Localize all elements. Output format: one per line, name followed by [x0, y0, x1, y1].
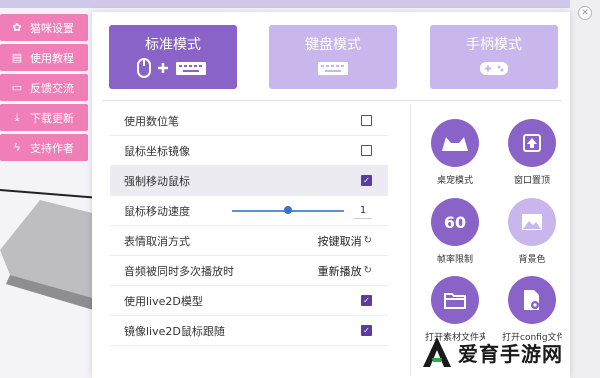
pin-top-icon: [508, 119, 556, 167]
lightning-icon: ϟ: [13, 141, 21, 154]
setting-row-mouse-speed: 鼠标移动速度 1: [110, 196, 388, 226]
tile-caption: 背景色: [518, 255, 546, 265]
gamepad-icon: [430, 58, 558, 82]
setting-row-force-move: 强制移动鼠标 ✓: [110, 166, 388, 196]
sidebar-item-support[interactable]: ϟ 支持作者: [0, 134, 88, 161]
emote-cancel-button[interactable]: 按键取消 ↻: [318, 233, 372, 249]
setting-label: 使用live2D模型: [124, 294, 203, 308]
sidebar-item-tutorial[interactable]: ▤ 使用教程: [0, 44, 88, 71]
sidebar-item-label: 反馈交流: [30, 81, 74, 95]
mode-label: 标准模式: [145, 37, 201, 53]
setting-label: 镜像live2D鼠标跟随: [124, 324, 225, 338]
vertical-separator: [410, 104, 411, 376]
setting-row-use-live2d: 使用live2D模型 ✓: [110, 286, 388, 316]
tile-background-color[interactable]: 背景色: [502, 198, 562, 265]
tile-caption: 帧率限制: [436, 255, 473, 265]
setting-label: 表情取消方式: [124, 234, 190, 248]
audio-repeat-button[interactable]: 重新播放 ↻: [318, 263, 372, 279]
setting-row-audio-repeat: 音频被同时多次播放时 重新播放 ↻: [110, 256, 388, 286]
tile-caption: 窗口置顶: [513, 176, 550, 186]
book-icon: ▤: [11, 51, 23, 64]
tile-window-top[interactable]: 窗口置顶: [502, 119, 562, 186]
mode-keyboard-button[interactable]: 键盘模式: [269, 25, 397, 89]
mouse-speed-slider[interactable]: [232, 205, 344, 214]
laptop-illustration: [0, 189, 100, 312]
setting-label: 鼠标移动速度: [124, 204, 190, 218]
watermark-text: 爱育手游网: [458, 341, 563, 366]
cat-ears-icon: [431, 119, 479, 167]
sidebar: ✿ 猫咪设置 ▤ 使用教程 ▭ 反馈交流 ⤓ 下载更新 ϟ 支持作者: [0, 14, 92, 164]
action-label: 重新播放: [317, 264, 362, 278]
cycle-icon: ↻: [363, 235, 372, 246]
sidebar-item-label: 使用教程: [30, 51, 74, 65]
force-move-checkbox[interactable]: ✓: [361, 175, 372, 186]
close-icon[interactable]: ✕: [578, 6, 592, 20]
image-icon: [508, 198, 556, 246]
tile-fps-limit[interactable]: 60 帧率限制: [425, 198, 485, 265]
mode-label: 手柄模式: [466, 37, 522, 53]
keyboard-icon: [269, 58, 397, 82]
watermark-logo: [423, 337, 451, 367]
watermark: 爱育手游网: [422, 336, 563, 368]
tablet-pen-checkbox[interactable]: [361, 115, 372, 126]
svg-text:60: 60: [444, 213, 466, 231]
mode-label: 键盘模式: [305, 37, 361, 53]
sidebar-item-update[interactable]: ⤓ 下载更新: [0, 104, 88, 131]
setting-row-emote-cancel: 表情取消方式 按键取消 ↻: [110, 226, 388, 256]
paw-icon: ✿: [12, 21, 22, 34]
settings-list: 使用数位笔 鼠标坐标镜像 强制移动鼠标 ✓ 鼠标移动速度 1 表情取消方式 按键…: [110, 106, 388, 346]
setting-row-mirror-mouse: 鼠标坐标镜像: [110, 136, 388, 166]
window-top-strip: [0, 0, 600, 8]
background-right: ✕: [570, 0, 600, 378]
divider: [102, 100, 562, 101]
fps-60-icon: 60: [431, 198, 479, 246]
mode-gamepad-button[interactable]: 手柄模式: [430, 25, 558, 89]
sidebar-item-feedback[interactable]: ▭ 反馈交流: [0, 74, 88, 101]
settings-panel: 标准模式 键盘模式 手柄模式 使用数位笔 鼠标坐标镜像 强制移动鼠标 ✓ 鼠标移…: [92, 12, 570, 378]
setting-row-mirror-live2d: 镜像live2D鼠标跟随 ✓: [110, 316, 388, 346]
tile-caption: 桌宠模式: [436, 176, 473, 186]
cycle-icon: ↻: [363, 265, 372, 276]
slider-thumb[interactable]: [284, 205, 292, 214]
tile-open-assets-folder[interactable]: 打开素材文件夹: [425, 276, 485, 343]
sidebar-item-label: 下载更新: [30, 111, 74, 125]
sidebar-item-label: 猫咪设置: [30, 21, 74, 35]
setting-label: 强制移动鼠标: [124, 174, 190, 188]
tile-desktop-pet[interactable]: 桌宠模式: [425, 119, 485, 186]
mirror-live2d-checkbox[interactable]: ✓: [361, 325, 372, 336]
tile-open-config[interactable]: 打开config文件: [502, 276, 562, 343]
setting-row-tablet-pen: 使用数位笔: [110, 106, 388, 136]
mouse-speed-value[interactable]: 1: [354, 203, 372, 219]
setting-label: 音频被同时多次播放时: [124, 264, 234, 278]
download-icon: ⤓: [14, 110, 20, 124]
use-live2d-checkbox[interactable]: ✓: [361, 295, 372, 306]
sidebar-item-label: 支持作者: [30, 141, 74, 155]
action-label: 按键取消: [317, 234, 362, 248]
setting-label: 使用数位笔: [124, 114, 179, 128]
setting-label: 鼠标坐标镜像: [124, 144, 190, 158]
sidebar-item-cat-settings[interactable]: ✿ 猫咪设置: [0, 14, 88, 41]
file-settings-icon: [508, 276, 556, 324]
folder-icon: [431, 276, 479, 324]
mode-standard-button[interactable]: 标准模式: [109, 25, 237, 89]
mirror-mouse-checkbox[interactable]: [361, 145, 372, 156]
mouse-keyboard-icon: [109, 58, 237, 82]
chat-icon: ▭: [11, 81, 23, 94]
